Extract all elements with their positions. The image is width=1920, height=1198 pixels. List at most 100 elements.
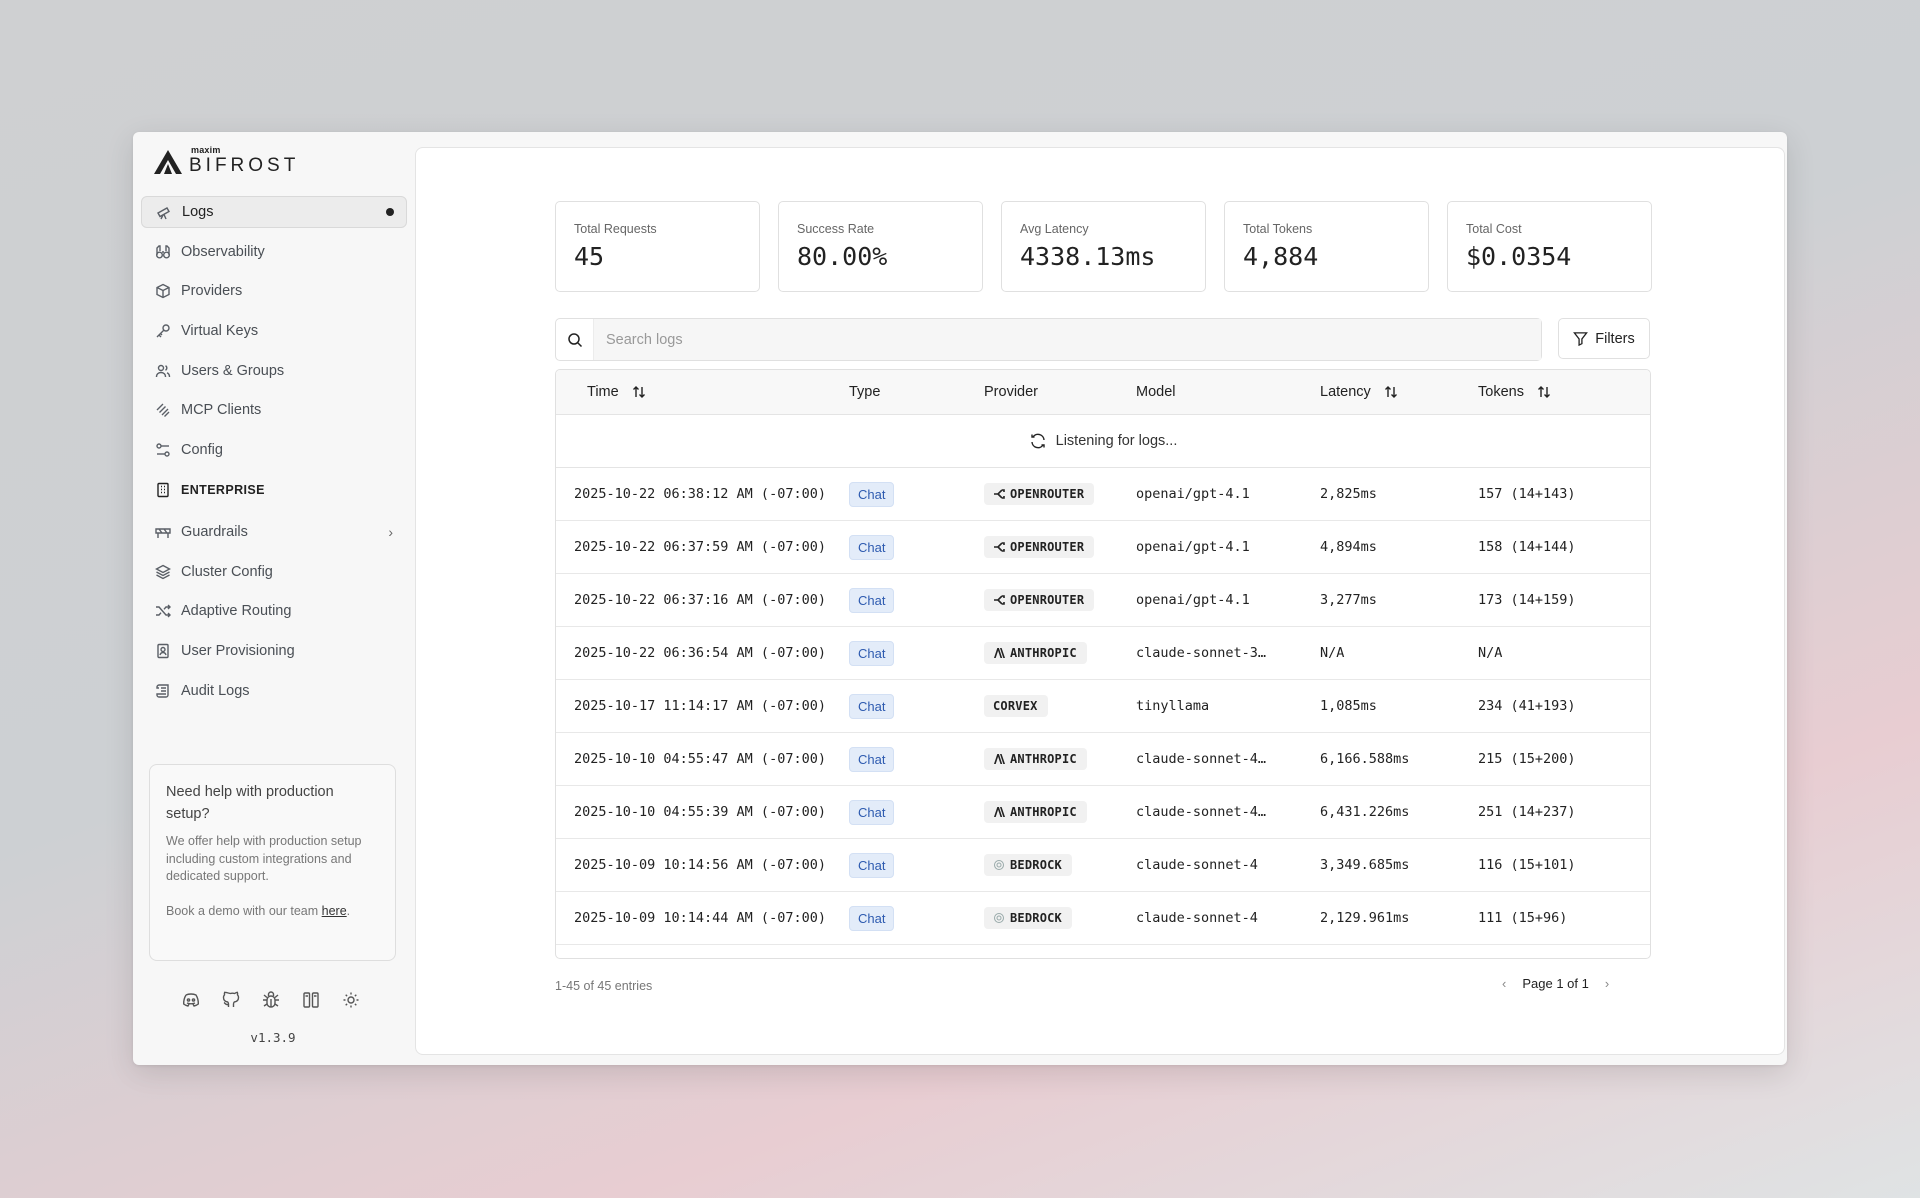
anthropic-icon	[994, 754, 1005, 764]
search-input[interactable]	[594, 319, 1541, 360]
main-panel: Total Requests 45 Success Rate 80.00% Av…	[415, 147, 1785, 1055]
cell-latency: 6,431.226ms	[1320, 804, 1410, 820]
help-title: Need help with production setup?	[166, 784, 334, 822]
footer-icons	[181, 990, 361, 1010]
table-row[interactable]: 2025-10-10 04:55:39 AM (-07:00) Chat ANTHR…	[556, 786, 1650, 839]
sidebar-item-config[interactable]: Config	[141, 434, 407, 466]
cell-tokens: 111 (15+96)	[1478, 910, 1568, 926]
book-demo-link[interactable]: here	[322, 904, 347, 918]
theme-toggle-icon[interactable]	[341, 990, 361, 1010]
type-badge: Chat	[849, 481, 895, 507]
sidebar-item-observability[interactable]: Observability	[141, 236, 407, 268]
active-indicator	[386, 208, 394, 216]
cell-model: claude-sonnet-3…	[1136, 645, 1267, 661]
table-row[interactable]: 2025-10-22 06:37:16 AM (-07:00) Chat OPENR…	[556, 574, 1650, 627]
cell-provider: ANTHROPIC	[984, 642, 1136, 664]
sidebar-item-providers[interactable]: Providers	[141, 275, 407, 307]
sidebar-item-user-provisioning[interactable]: User Provisioning	[141, 635, 407, 667]
telescope-icon	[157, 207, 170, 220]
cell-latency: 1,085ms	[1320, 698, 1377, 714]
stat-success-rate: Success Rate 80.00%	[778, 201, 983, 292]
cell-type: Chat	[849, 746, 984, 772]
table-row[interactable]: 2025-10-09 10:14:44 AM (-07:00) Chat BEDRO…	[556, 892, 1650, 945]
next-page-icon[interactable]: ›	[1605, 976, 1609, 991]
discord-icon[interactable]	[181, 990, 201, 1010]
type-badge: Chat	[849, 746, 895, 772]
openrouter-icon	[994, 542, 1005, 552]
settings-sliders-icon	[156, 443, 170, 457]
cell-time: 2025-10-10 04:55:47 AM (-07:00)	[574, 751, 826, 767]
sidebar-item-label: Config	[181, 442, 223, 459]
layers-icon	[155, 564, 171, 579]
sidebar-item-label: Observability	[181, 243, 265, 260]
binoculars-icon	[156, 244, 170, 259]
filters-button[interactable]: Filters	[1558, 318, 1650, 359]
cell-time: 2025-10-22 06:37:59 AM (-07:00)	[574, 539, 826, 555]
guardrail-icon	[155, 528, 171, 538]
sidebar-item-guardrails[interactable]: Guardrails ›	[141, 516, 407, 548]
sidebar-item-audit-logs[interactable]: Audit Logs	[141, 675, 407, 707]
bifrost-logo-icon	[154, 150, 182, 174]
sidebar-item-virtual-keys[interactable]: Virtual Keys	[141, 315, 407, 347]
mcp-icon	[156, 403, 170, 418]
provider-badge: OPENROUTER	[984, 589, 1095, 611]
cell-tokens: N/A	[1478, 645, 1503, 661]
sidebar-item-adaptive-routing[interactable]: Adaptive Routing	[141, 595, 407, 627]
cell-tokens: 173 (14+159)	[1478, 592, 1576, 608]
sort-icon[interactable]	[631, 384, 647, 400]
sort-icon[interactable]	[1383, 384, 1399, 400]
provider-badge: ANTHROPIC	[984, 748, 1087, 770]
column-header-latency[interactable]: Latency	[1320, 384, 1478, 400]
cell-type: Chat	[849, 905, 984, 931]
pagination: ‹ Page 1 of 1 ›	[1502, 976, 1609, 991]
table-row[interactable]: 2025-10-22 06:38:12 AM (-07:00) Chat OPENR…	[556, 468, 1650, 521]
provider-badge: OPENROUTER	[984, 536, 1095, 558]
sidebar-item-label: Adaptive Routing	[181, 603, 292, 620]
cell-latency: 3,349.685ms	[1320, 857, 1410, 873]
github-icon[interactable]	[221, 990, 241, 1010]
sidebar-item-cluster-config[interactable]: Cluster Config	[141, 556, 407, 588]
key-icon	[156, 324, 170, 338]
sidebar-item-logs[interactable]: Logs	[141, 196, 407, 228]
cell-model: claude-sonnet-4	[1136, 910, 1258, 926]
prev-page-icon[interactable]: ‹	[1502, 976, 1506, 991]
cell-model: openai/gpt-4.1	[1136, 486, 1250, 502]
sidebar-item-users-groups[interactable]: Users & Groups	[141, 355, 407, 387]
cell-tokens: 234 (41+193)	[1478, 698, 1576, 714]
sidebar-item-label: Guardrails	[181, 523, 248, 540]
type-badge: Chat	[849, 587, 895, 613]
cell-time: 2025-10-09 10:14:56 AM (-07:00)	[574, 857, 826, 873]
bedrock-icon	[994, 913, 1004, 923]
sidebar-item-label: Virtual Keys	[181, 323, 259, 340]
sidebar-nav: Logs Observability Providers Virtual Key…	[141, 196, 407, 714]
sidebar-item-label: Audit Logs	[181, 682, 250, 699]
sidebar-item-mcp-clients[interactable]: MCP Clients	[141, 394, 407, 426]
bug-icon[interactable]	[261, 990, 281, 1010]
brand-sub: maxim	[191, 145, 221, 155]
column-header-model: Model	[1136, 384, 1176, 400]
table-row[interactable]: 2025-10-09 10:14:56 AM (-07:00) Chat BEDRO…	[556, 839, 1650, 892]
cell-type: Chat	[849, 481, 984, 507]
cell-time: 2025-10-09 10:14:44 AM (-07:00)	[574, 910, 826, 926]
sort-icon[interactable]	[1536, 384, 1552, 400]
openrouter-icon	[994, 595, 1005, 605]
table-row[interactable]: 2025-10-17 11:14:17 AM (-07:00) Chat CORVE…	[556, 680, 1650, 733]
column-header-time[interactable]: Time	[556, 384, 849, 400]
table-row[interactable]: 2025-10-22 06:37:59 AM (-07:00) Chat OPENR…	[556, 521, 1650, 574]
table-row[interactable]: 2025-10-22 06:36:54 AM (-07:00) Chat ANTHR…	[556, 627, 1650, 680]
cell-tokens: 251 (14+237)	[1478, 804, 1576, 820]
brand-logo[interactable]: maxim BIFROST	[153, 146, 299, 175]
table-row[interactable]: 2025-10-10 04:55:47 AM (-07:00) Chat ANTHR…	[556, 733, 1650, 786]
cell-model: openai/gpt-4.1	[1136, 592, 1250, 608]
stat-total-tokens: Total Tokens 4,884	[1224, 201, 1429, 292]
logs-table: Time Type Provider Model Latency Tokens …	[555, 369, 1651, 959]
cell-type: Chat	[849, 534, 984, 560]
box-icon	[156, 284, 170, 299]
column-header-tokens[interactable]: Tokens	[1478, 384, 1648, 400]
sidebar: maxim BIFROST Logs Observability Provide…	[133, 132, 413, 1065]
provider-badge: OPENROUTER	[984, 483, 1095, 505]
anthropic-icon	[994, 807, 1005, 817]
cell-provider: ANTHROPIC	[984, 801, 1136, 823]
cell-provider: OPENROUTER	[984, 536, 1136, 558]
docs-icon[interactable]	[301, 990, 321, 1010]
